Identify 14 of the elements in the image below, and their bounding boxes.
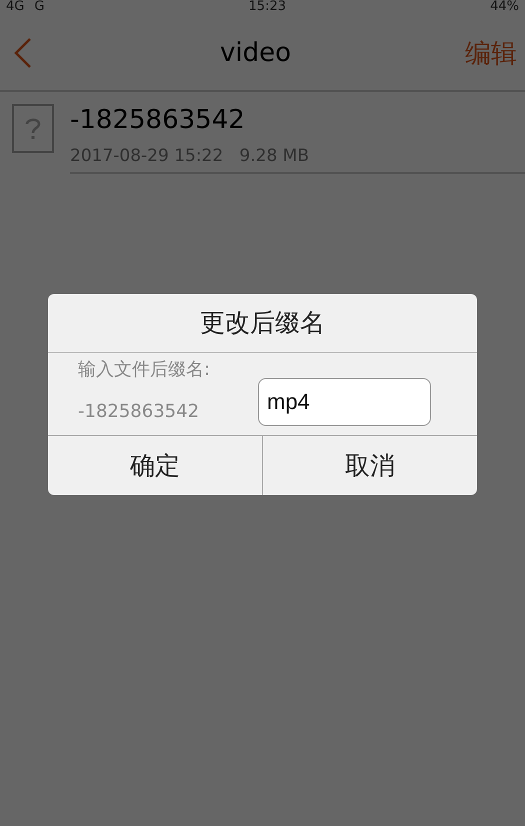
dialog-title: 更改后缀名 [48, 294, 477, 352]
page-title: video [218, 38, 292, 68]
suffix-field[interactable]: mp4 [258, 378, 431, 426]
file-name[interactable]: -1825863542 [70, 104, 525, 136]
clock: 15:23 [248, 0, 286, 14]
unknown-file-icon [12, 104, 54, 153]
dialog-button[interactable]: 取消 [262, 436, 477, 494]
network-label: G [34, 0, 44, 14]
dialog-button[interactable]: 确定 [48, 436, 262, 494]
back-icon [14, 38, 32, 68]
battery-level: 44% [490, 0, 519, 14]
network-label: 4G [6, 0, 24, 14]
file-name: -1825863542 [78, 400, 200, 422]
suffix-prompt: 输入文件后缀名: [78, 358, 212, 380]
